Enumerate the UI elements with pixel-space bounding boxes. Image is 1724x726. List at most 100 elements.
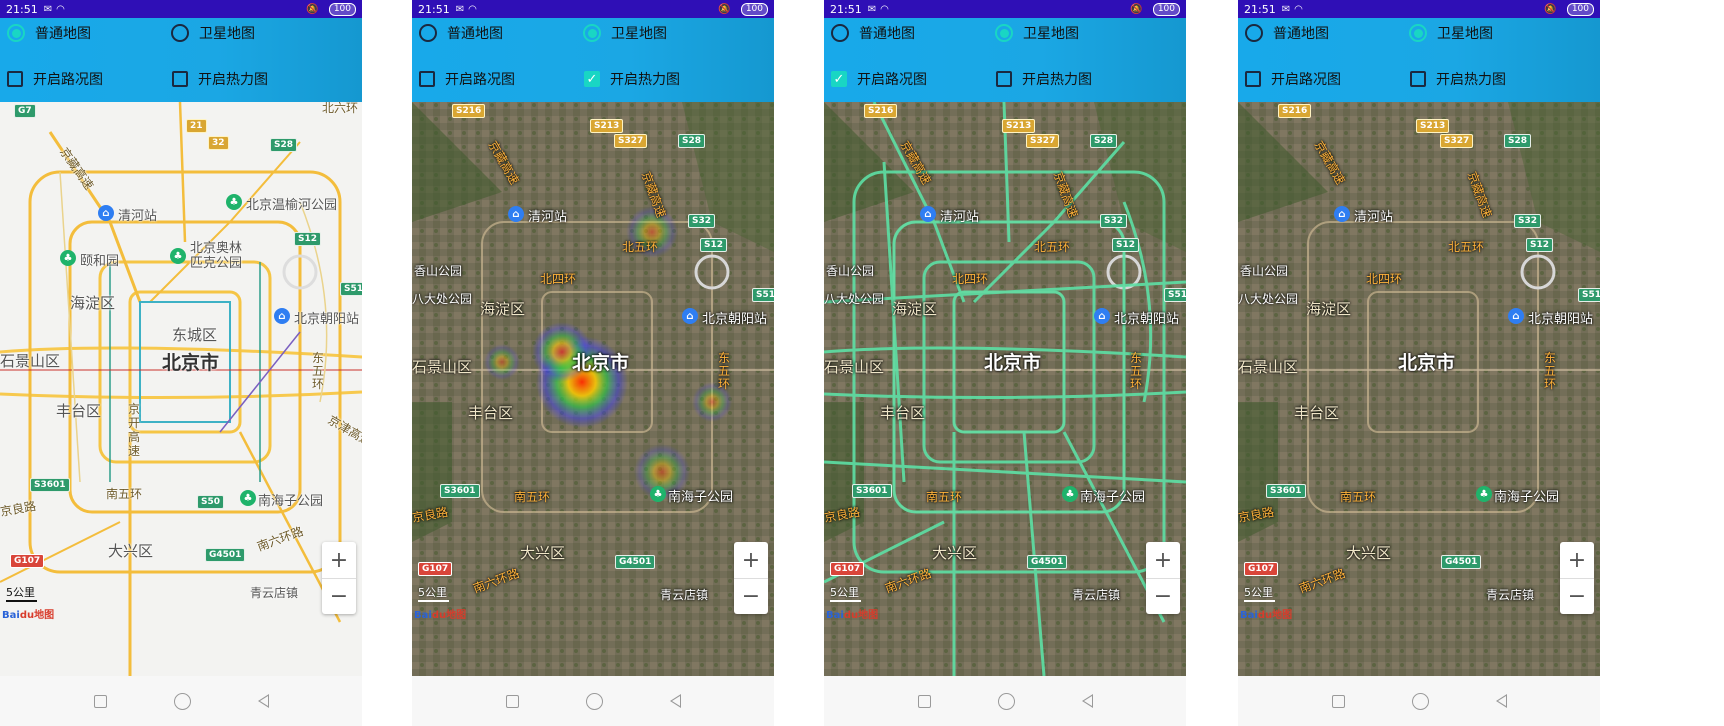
zoom-out-button[interactable]: − [1560, 578, 1594, 614]
map-label: 丰台区 [56, 402, 102, 420]
satellite-map-label: 卫星地图 [1437, 26, 1493, 42]
system-nav-bar [412, 676, 774, 726]
scale-bar: 5公里 [1244, 584, 1275, 602]
heatmap-checkbox[interactable]: ✓ 开启热力图 [584, 69, 680, 89]
checkbox-indicator [1410, 71, 1426, 87]
road-shield: 32 [208, 136, 229, 150]
map-label: 南海子公园 [1080, 490, 1146, 505]
zoom-out-button[interactable]: − [734, 578, 768, 614]
traffic-label: 开启路况图 [1271, 72, 1341, 88]
traffic-checkbox[interactable]: 开启路况图 [1245, 69, 1341, 89]
home-button[interactable] [1411, 692, 1429, 710]
radio-indicator [1245, 24, 1263, 42]
road-shield: S51 [340, 282, 362, 296]
road-shield: S32 [1100, 214, 1128, 228]
heatmap-checkbox[interactable]: 开启热力图 [1410, 69, 1506, 89]
traffic-checkbox[interactable]: 开启路况图 [7, 69, 103, 89]
road-shield: S327 [1440, 134, 1474, 148]
heatmap-label: 开启热力图 [1436, 72, 1506, 88]
map-label: 北京市 [1398, 352, 1456, 374]
map-label: 北五环 [1034, 240, 1071, 254]
zoom-in-button[interactable]: + [734, 542, 768, 578]
radio-indicator [995, 24, 1013, 42]
map-view[interactable]: S216 S213 S327 S28 S32 S12 S51 S3601 G45… [1238, 102, 1600, 676]
wifi-icon: ◠ [880, 3, 889, 15]
home-button[interactable] [997, 692, 1015, 710]
map-label: 北京朝阳站 [1114, 312, 1180, 327]
notification-icon: ✉ [867, 3, 877, 15]
recents-button[interactable] [1331, 694, 1345, 708]
system-nav-bar [824, 676, 1186, 726]
heatmap-label: 开启热力图 [610, 72, 680, 88]
heatmap-checkbox[interactable]: 开启热力图 [172, 69, 268, 89]
normal-map-label: 普通地图 [1273, 26, 1329, 42]
back-button[interactable] [1081, 694, 1093, 708]
map-label: 北京朝阳站 [294, 312, 360, 327]
normal-map-radio[interactable]: 普通地图 [831, 23, 915, 43]
map-label: 八大处公园 [824, 292, 885, 306]
satellite-map-radio[interactable]: 卫星地图 [995, 23, 1079, 43]
road-shield: S28 [1090, 134, 1118, 148]
road-shield: S51 [1164, 288, 1186, 302]
road-shield: G4501 [1027, 555, 1068, 569]
satellite-map-radio[interactable]: 卫星地图 [1409, 23, 1493, 43]
recents-button[interactable] [93, 694, 107, 708]
zoom-control: + − [322, 542, 356, 614]
map-label: 清河站 [940, 210, 980, 225]
road-shield: S12 [294, 232, 322, 246]
road-shield: S216 [452, 104, 486, 118]
radio-indicator [419, 24, 437, 42]
map-label: 香山公园 [414, 264, 463, 278]
map-label: 东城区 [172, 326, 218, 344]
zoom-in-button[interactable]: + [322, 542, 356, 578]
road-shield: 21 [186, 119, 207, 133]
home-button[interactable] [585, 692, 603, 710]
traffic-checkbox[interactable]: ✓ 开启路况图 [831, 69, 927, 89]
normal-map-radio[interactable]: 普通地图 [1245, 23, 1329, 43]
checkbox-indicator [996, 71, 1012, 87]
map-view[interactable]: S216 S213 S327 S28 S32 S12 S51 S3601 G45… [824, 102, 1186, 676]
satellite-map-radio[interactable]: 卫星地图 [171, 23, 255, 43]
map-label: 大兴区 [520, 544, 566, 562]
back-button[interactable] [669, 694, 681, 708]
radio-indicator [171, 24, 189, 42]
map-label: 大兴区 [932, 544, 978, 562]
normal-map-radio[interactable]: 普通地图 [7, 23, 91, 43]
map-label: 北五环 [622, 240, 659, 254]
zoom-in-button[interactable]: + [1560, 542, 1594, 578]
back-button[interactable] [257, 694, 269, 708]
heatmap-checkbox[interactable]: 开启热力图 [996, 69, 1092, 89]
wifi-icon: ◠ [1294, 3, 1303, 15]
road-shield: S51 [1578, 288, 1600, 302]
road-shield: S3601 [30, 478, 70, 492]
map-label: 东五环 [718, 351, 731, 391]
map-label: 青云店镇 [1486, 588, 1535, 602]
map-view[interactable]: 北六环 G7 21 32 S28 S12 S51 S3601 S50 G4501… [0, 102, 362, 676]
recents-button[interactable] [917, 694, 931, 708]
zoom-out-button[interactable]: − [1146, 578, 1180, 614]
map-label: 清河站 [1354, 210, 1394, 225]
traffic-checkbox[interactable]: 开启路况图 [419, 69, 515, 89]
satellite-map-label: 卫星地图 [199, 26, 255, 42]
recents-button[interactable] [505, 694, 519, 708]
phone-screen-1: 21:51 ✉ ◠ 🔕 100 普通地图 卫星地图 开启路况图 开启热力图 北六… [0, 0, 362, 726]
map-view[interactable]: S216 S213 S327 S28 S32 S12 S51 S3601 G45… [412, 102, 774, 676]
phone-screen-3: 21:51 ✉ ◠ 🔕 100 普通地图 卫星地图 ✓ 开启路况图 开启热力图 [824, 0, 1186, 726]
zoom-in-button[interactable]: + [1146, 542, 1180, 578]
map-label: 青云店镇 [250, 586, 299, 600]
map-label: 北京市 [162, 352, 220, 374]
zoom-out-button[interactable]: − [322, 578, 356, 614]
park-icon: ♣ [60, 250, 76, 266]
satellite-map-radio[interactable]: 卫星地图 [583, 23, 667, 43]
map-label: 青云店镇 [1072, 588, 1121, 602]
home-button[interactable] [173, 692, 191, 710]
road-shield: S3601 [440, 484, 480, 498]
status-time: 21:51 [418, 2, 450, 16]
normal-map-radio[interactable]: 普通地图 [419, 23, 503, 43]
checkbox-indicator [419, 71, 435, 87]
map-label: 北四环 [952, 272, 989, 286]
map-options-panel: 普通地图 卫星地图 开启路况图 开启热力图 [1238, 18, 1600, 102]
road-shield: S213 [1002, 119, 1036, 133]
checkbox-indicator [7, 71, 23, 87]
back-button[interactable] [1495, 694, 1507, 708]
